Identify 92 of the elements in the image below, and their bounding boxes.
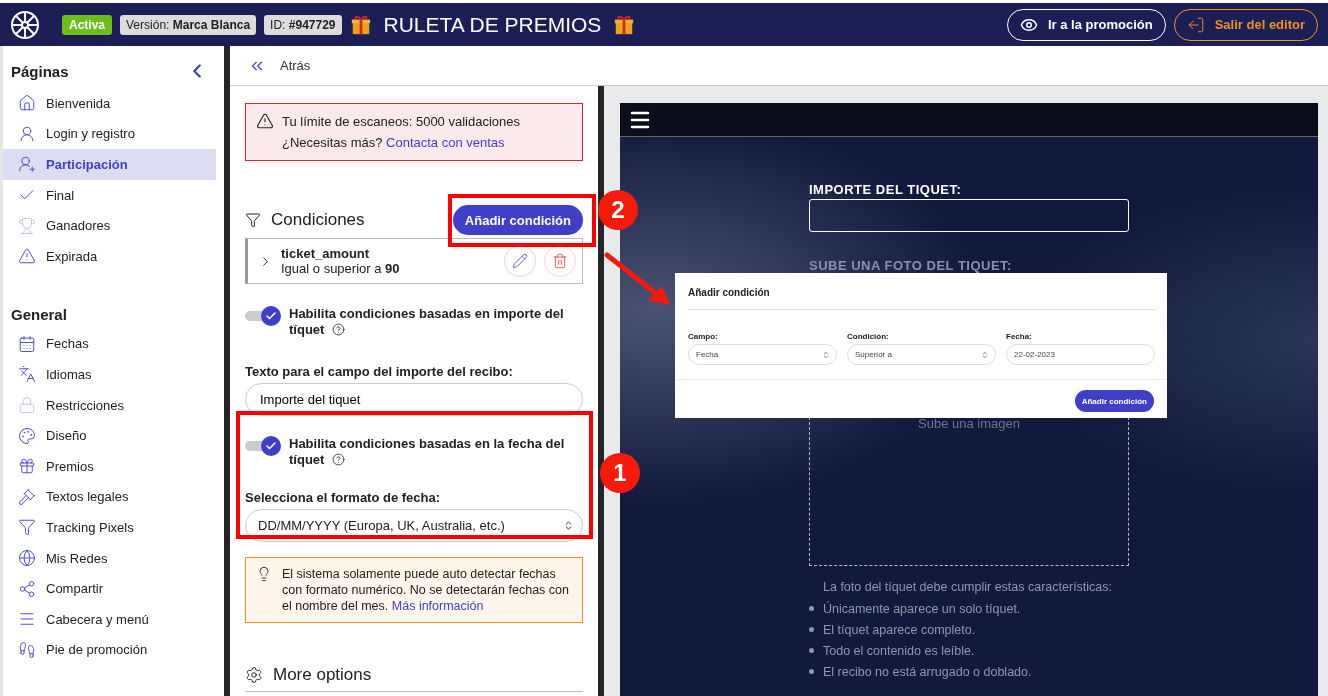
requirements-title: La foto del tíquet debe cumplir estas características: <box>823 580 1114 594</box>
dialog-title: Añadir condición <box>688 287 1155 310</box>
more-options-title[interactable]: More options <box>273 665 372 685</box>
sidebar-item[interactable]: Premios <box>3 450 216 482</box>
wheel-logo-icon <box>10 9 40 40</box>
field-label: Fecha: <box>1006 332 1033 341</box>
edit-button[interactable] <box>504 245 536 277</box>
gift-icon <box>349 13 372 36</box>
bullet-icon <box>809 627 814 632</box>
bullet-icon <box>809 648 814 653</box>
lightbulb-icon <box>256 566 272 582</box>
delete-button[interactable] <box>544 245 576 277</box>
sidebar-item[interactable]: Login y registro <box>3 118 216 150</box>
alert-text: Tu límite de escaneos: 5000 validaciones <box>282 114 520 129</box>
field-label: Condición: <box>847 332 890 341</box>
dropdown-arrows-icon <box>981 350 989 359</box>
sidebar-item[interactable]: Ganadores <box>3 210 216 241</box>
warning-icon <box>18 247 36 266</box>
sidebar-item[interactable]: Bienvenida <box>3 88 216 119</box>
settings-icon <box>245 666 263 684</box>
section-title: General <box>11 305 67 323</box>
sidebar-item[interactable]: Mis Redes <box>3 542 216 574</box>
amount-field[interactable] <box>809 199 1129 232</box>
section-title: Páginas <box>11 62 69 80</box>
requirement-item: Únicamente aparece un solo tíquet. <box>823 600 1021 617</box>
pencil-icon <box>512 253 528 269</box>
section-title: Condiciones <box>271 210 366 230</box>
toggle-switch[interactable] <box>245 436 281 456</box>
contact-sales-link[interactable]: Contacta con ventas <box>386 135 505 150</box>
sidebar-item[interactable]: Restricciones <box>3 389 216 421</box>
lock-icon <box>18 396 36 415</box>
info-link[interactable]: Más información <box>391 599 484 613</box>
toggle-switch[interactable] <box>245 306 281 326</box>
promotion-title: RULETA DE PREMIOS <box>383 12 602 37</box>
amount-label: IMPORTE DEL TIQUET: <box>809 182 963 197</box>
requirement-item: Todo el contenido es leíble. <box>823 642 975 659</box>
share-icon <box>18 579 36 598</box>
gavel-icon <box>18 487 36 506</box>
footprint-icon <box>18 640 36 659</box>
sidebar-item[interactable]: Fechas <box>3 328 216 360</box>
exit-icon <box>1186 15 1205 34</box>
requirement-item: El recibo no está arrugado o doblado. <box>823 663 1032 680</box>
warning-icon <box>256 112 274 130</box>
status-badge: Activa <box>62 14 113 35</box>
trash-icon <box>552 253 568 269</box>
sidebar-item[interactable]: Compartir <box>3 573 216 604</box>
requirement-item: El tíquet aparece completo. <box>823 621 976 638</box>
sidebar-item[interactable]: Diseño <box>3 420 216 451</box>
sidebar-item[interactable]: Cabecera y menú <box>3 603 216 635</box>
upload-hint: Sube una imagen <box>918 416 1020 433</box>
back-link[interactable]: Atrás <box>248 56 311 75</box>
checkmark-icon <box>265 440 277 452</box>
condition-name: ticket_amount <box>281 246 371 261</box>
sidebar-item[interactable]: Final <box>3 179 216 211</box>
gift-icon <box>18 457 36 476</box>
dropdown-arrows-icon <box>563 520 574 531</box>
alert-question: ¿Necesitas más? <box>282 135 383 150</box>
trophy-icon <box>18 216 36 235</box>
house-icon <box>18 94 36 113</box>
sidebar-item[interactable]: Pie de promoción <box>3 634 216 666</box>
checkmark-icon <box>265 310 277 322</box>
sidebar-item[interactable]: Expirada <box>3 240 216 272</box>
user-plus-icon <box>18 155 36 174</box>
filter-icon <box>245 212 261 228</box>
field-label: Selecciona el formato de fecha: <box>245 490 442 505</box>
version-tag: Versión: Marca Blanca <box>120 14 257 35</box>
translate-icon <box>18 365 36 384</box>
sidebar-item[interactable]: Textos legales <box>3 481 216 513</box>
toggle-label: Habilita condiciones basadas en importe del tíquet <box>289 306 565 338</box>
help-icon[interactable] <box>332 323 345 336</box>
globe-icon <box>18 549 36 567</box>
calendar-icon <box>18 334 36 353</box>
add-condition-button[interactable]: Añadir condición <box>452 205 583 235</box>
bullet-icon <box>809 606 814 611</box>
user-icon <box>18 124 36 143</box>
bullet-icon <box>809 669 814 674</box>
id-tag: ID: #947729 <box>264 14 342 35</box>
sidebar-item[interactable]: Tracking Pixels <box>3 512 216 543</box>
filter-icon <box>18 518 36 537</box>
help-icon[interactable] <box>332 453 345 466</box>
dropdown-arrows-icon <box>822 350 830 359</box>
toggle-label: Habilita condiciones basadas en la fecha del tíquet <box>289 436 566 468</box>
palette-icon <box>18 426 36 445</box>
field-label: Texto para el campo del importe del recibo: <box>245 364 514 379</box>
field-label: Campo: <box>688 332 719 341</box>
upload-label: SUBE UNA FOTO DEL TIQUET: <box>809 258 1013 273</box>
condition-rule: Igual o superior a 90 <box>281 261 401 276</box>
add-condition-button[interactable]: Añadir condición <box>1074 390 1154 412</box>
gift-icon <box>613 13 636 36</box>
sidebar-item[interactable]: Idiomas <box>3 359 216 390</box>
info-text: El sistema solamente puede auto detectar fechas con formato numérico. No se detectarán fechas con el nombre del mes. Más información <box>282 566 570 614</box>
sidebar-item[interactable]: Participación <box>3 149 216 180</box>
